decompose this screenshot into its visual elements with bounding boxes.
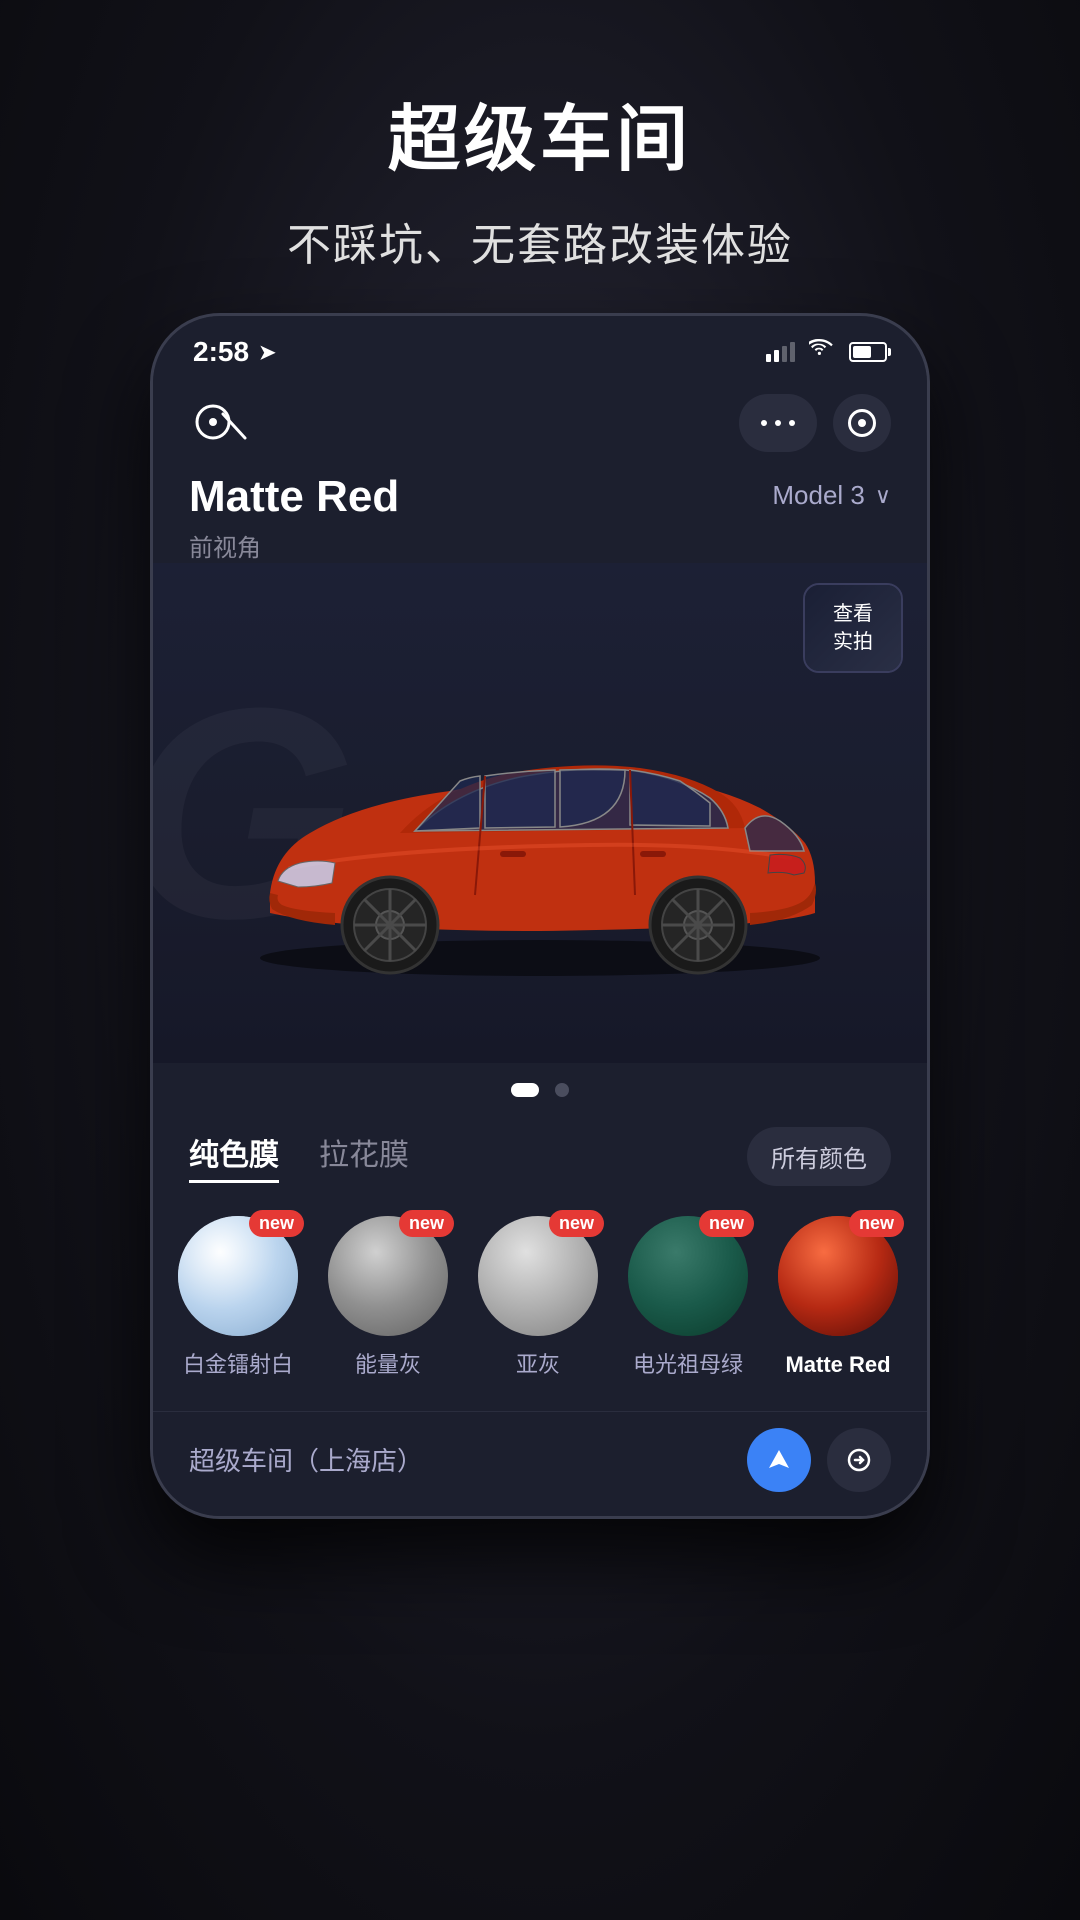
target-icon: [848, 409, 876, 437]
signal-bar-3: [782, 346, 787, 362]
signal-bar-2: [774, 350, 779, 362]
wifi-icon: [809, 339, 835, 365]
marketing-title: 超级车间: [287, 80, 793, 185]
marketing-section: 超级车间 不踩坑、无套路改装体验: [287, 0, 793, 313]
signal-icon: [766, 342, 795, 362]
car-display: G 查看 实拍: [153, 563, 927, 1063]
real-photo-button[interactable]: 查看 实拍: [803, 583, 903, 673]
swatch-wrapper-1: new: [178, 1216, 298, 1336]
phone-frame: 2:58 ➤: [150, 313, 930, 1519]
status-time: 2:58 ➤: [193, 336, 276, 368]
dot3: [789, 420, 795, 426]
header-actions: [739, 394, 891, 452]
battery-icon: [849, 342, 887, 362]
battery-fill: [853, 346, 871, 358]
swatch-label-1: 白金镭射白: [183, 1350, 293, 1381]
car-name: Matte Red: [189, 472, 399, 522]
phone-mockup: 2:58 ➤: [150, 313, 930, 1519]
signal-bar-4: [790, 342, 795, 362]
car-angle: 前视角: [189, 528, 399, 563]
new-badge-2: new: [399, 1210, 454, 1237]
swatch-electric-green[interactable]: new 电光祖母绿: [623, 1216, 753, 1381]
shop-name: 超级车间（上海店）: [189, 1441, 423, 1478]
tab-pattern-film[interactable]: 拉花膜: [319, 1130, 409, 1183]
car-image: [190, 643, 890, 1003]
model-selector[interactable]: Model 3 ∨: [772, 480, 891, 511]
chevron-down-icon: ∨: [875, 483, 891, 509]
status-icons: [766, 339, 887, 365]
car-name-group: Matte Red 前视角: [189, 472, 399, 563]
swatch-label-2: 能量灰: [355, 1350, 421, 1381]
new-badge-5: new: [849, 1210, 904, 1237]
status-bar: 2:58 ➤: [153, 316, 927, 378]
dot1: [761, 420, 767, 426]
new-badge-1: new: [249, 1210, 304, 1237]
bottom-bar: 超级车间（上海店）: [153, 1411, 927, 1516]
swatch-label-4: 电光祖母绿: [633, 1350, 743, 1381]
all-colors-button[interactable]: 所有颜色: [747, 1127, 891, 1186]
real-photo-text: 查看 实拍: [833, 600, 873, 656]
model-text: Model 3: [772, 480, 865, 511]
app-header: [153, 378, 927, 462]
swatch-wrapper-4: new: [628, 1216, 748, 1336]
swatch-wrapper-3: new: [478, 1216, 598, 1336]
navigation-button[interactable]: [747, 1428, 811, 1492]
location-icon: ➤: [259, 340, 276, 365]
page-dot-1[interactable]: [511, 1083, 539, 1097]
swatch-matte-red[interactable]: new Matte Red: [773, 1216, 903, 1381]
real-photo-line1: 查看: [833, 603, 873, 625]
signal-bar-1: [766, 354, 771, 362]
new-badge-4: new: [699, 1210, 754, 1237]
more-button[interactable]: [739, 394, 817, 452]
color-swatches: new 白金镭射白 new 能量灰 new 亚灰: [153, 1206, 927, 1411]
swatch-sub-gray[interactable]: new 亚灰: [473, 1216, 603, 1381]
page-dot-2[interactable]: [555, 1083, 569, 1097]
tab-solid-film[interactable]: 纯色膜: [189, 1130, 279, 1183]
target-button[interactable]: [833, 394, 891, 452]
car-info-section: Matte Red 前视角 Model 3 ∨: [153, 462, 927, 563]
marketing-subtitle: 不踩坑、无套路改装体验: [287, 209, 793, 273]
share-icon: [845, 1446, 873, 1474]
swatch-wrapper-2: new: [328, 1216, 448, 1336]
new-badge-3: new: [549, 1210, 604, 1237]
dot2: [775, 420, 781, 426]
swatch-energy-gray[interactable]: new 能量灰: [323, 1216, 453, 1381]
app-logo: [189, 398, 249, 448]
swatch-label-3: 亚灰: [516, 1350, 560, 1381]
time-display: 2:58: [193, 336, 249, 368]
tabs-left: 纯色膜 拉花膜: [189, 1130, 409, 1183]
real-photo-line2: 实拍: [833, 631, 873, 653]
page-dots: [153, 1063, 927, 1117]
swatch-white-gold[interactable]: new 白金镭射白: [173, 1216, 303, 1381]
swatch-wrapper-5: new: [778, 1216, 898, 1336]
secondary-action-button[interactable]: [827, 1428, 891, 1492]
navigation-icon: [765, 1446, 793, 1474]
action-buttons: [747, 1428, 891, 1492]
film-tabs: 纯色膜 拉花膜 所有颜色: [153, 1117, 927, 1206]
swatch-label-5: Matte Red: [785, 1350, 890, 1381]
